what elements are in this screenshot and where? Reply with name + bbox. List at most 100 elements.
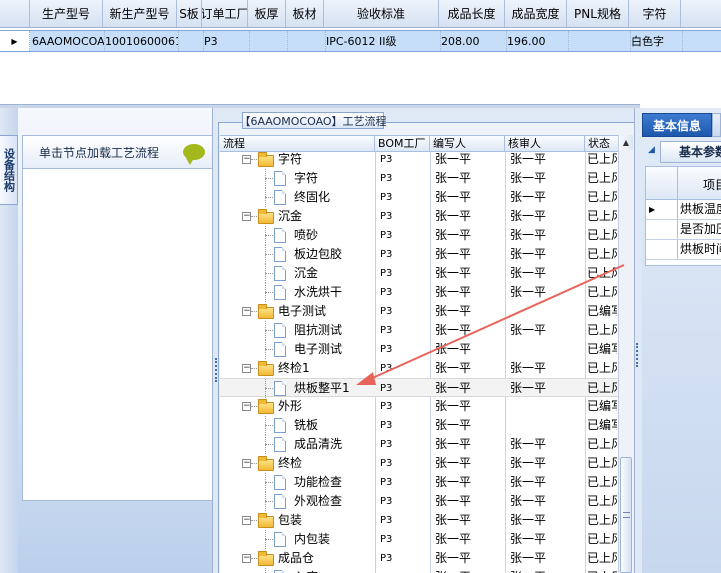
grid-cell[interactable]: 208.00 xyxy=(441,31,507,51)
scroll-up-icon[interactable]: ▲ xyxy=(619,135,633,150)
tab-next[interactable] xyxy=(712,113,721,137)
reviewer: 张一平 xyxy=(510,551,547,565)
process-tree-row[interactable]: − 终检 P3 张一平 张一平 已上风 xyxy=(220,454,618,473)
process-tree-row[interactable]: − 终检1 P3 张一平 张一平 已上风 xyxy=(220,359,618,378)
grid-cell[interactable]: 10010600061136 xyxy=(105,31,179,51)
collapse-icon[interactable]: − xyxy=(242,364,251,373)
process-tree-row[interactable]: 入库 P3 张一平 张一平 已上风 xyxy=(220,568,618,573)
tree-connector xyxy=(251,520,257,521)
grid-cell[interactable] xyxy=(179,31,204,51)
process-tree-row[interactable]: − 字符 P3 张一平 张一平 已上风 xyxy=(220,150,618,169)
status: 已编写 xyxy=(587,418,617,432)
params-row[interactable]: 是否加压 xyxy=(646,220,721,240)
grid-col-header[interactable]: PNL规格 xyxy=(567,0,629,27)
grid-col-header[interactable]: 生产型号 xyxy=(30,0,103,27)
folder-icon xyxy=(258,152,274,167)
process-tree-row[interactable]: − 包装 P3 张一平 张一平 已上风 xyxy=(220,511,618,530)
grid-empty-area xyxy=(0,53,721,105)
grid-col-header[interactable] xyxy=(0,0,30,27)
collapse-icon[interactable]: − xyxy=(242,212,251,221)
params-row[interactable]: 烘板时间 xyxy=(646,240,721,260)
tab-basic-info[interactable]: 基本信息 xyxy=(642,113,712,137)
tab-equipment-structure[interactable]: 设备结构 xyxy=(0,135,18,205)
reviewer: 张一平 xyxy=(510,323,547,337)
collapse-icon[interactable]: − xyxy=(242,307,251,316)
process-tree-row[interactable]: 水洗烘干 P3 张一平 张一平 已上风 xyxy=(220,283,618,302)
tree-connector xyxy=(251,558,257,559)
process-tree-row[interactable]: 板边包胶 P3 张一平 张一平 已上风 xyxy=(220,245,618,264)
status: 已上风 xyxy=(587,532,617,546)
writer: 张一平 xyxy=(435,551,472,565)
bom-factory: P3 xyxy=(380,568,425,573)
row-indicator-icon: ▶ xyxy=(646,200,678,219)
grid-col-header[interactable]: 新生产型号 xyxy=(103,0,177,27)
reviewer: 张一平 xyxy=(510,152,547,166)
grid-cell[interactable]: IPC-6012 II级 xyxy=(326,31,441,51)
grid-col-header[interactable]: 板材 xyxy=(286,0,324,27)
writer: 张一平 xyxy=(435,323,472,337)
grid-cell[interactable] xyxy=(250,31,288,51)
process-tree-row[interactable]: 阻抗测试 P3 张一平 张一平 已上风 xyxy=(220,321,618,340)
collapse-icon[interactable]: − xyxy=(242,402,251,411)
status: 已上风 xyxy=(587,266,617,280)
process-tree-row[interactable]: − 外形 P3 张一平 已编写 xyxy=(220,397,618,416)
grid-cell[interactable]: 196.00 xyxy=(507,31,569,51)
reviewer: 张一平 xyxy=(510,456,547,470)
grid-cell[interactable]: 6AAOMOCOAO xyxy=(32,31,105,51)
process-tree-row[interactable]: 功能检查 P3 张一平 张一平 已上风 xyxy=(220,473,618,492)
grid-cell[interactable]: P3 xyxy=(204,31,250,51)
process-tree-row[interactable]: 沉金 P3 张一平 张一平 已上风 xyxy=(220,264,618,283)
folder-icon xyxy=(258,304,274,319)
scroll-thumb[interactable] xyxy=(620,457,632,573)
equipment-tree[interactable] xyxy=(22,169,214,501)
process-tree-row[interactable]: − 沉金 P3 张一平 张一平 已上风 xyxy=(220,207,618,226)
tree-connector xyxy=(265,444,273,445)
process-tree-row[interactable]: − 成品仓 P3 张一平 张一平 已上风 xyxy=(220,549,618,568)
bom-factory: P3 xyxy=(380,420,393,431)
process-tree-row[interactable]: 烘板整平1 P3 张一平 张一平 已上风 xyxy=(220,378,618,398)
process-tree-row[interactable]: 铣板 P3 张一平 已编写 xyxy=(220,416,618,435)
writer: 张一平 xyxy=(435,475,472,489)
grid-col-header[interactable]: 板厚 xyxy=(248,0,286,27)
status: 已上风 xyxy=(587,381,617,395)
writer: 张一平 xyxy=(435,437,472,451)
writer: 张一平 xyxy=(435,399,472,413)
collapse-icon[interactable]: − xyxy=(242,155,251,164)
grid-col-header[interactable]: S板 xyxy=(177,0,202,27)
process-name: 烘板整平1 xyxy=(294,381,350,395)
collapse-icon[interactable]: − xyxy=(242,459,251,468)
grid-col-header[interactable]: 验收标准 xyxy=(324,0,439,27)
status: 已上风 xyxy=(587,513,617,527)
grid-col-header[interactable]: 成品宽度 xyxy=(505,0,567,27)
process-tree: 流程 BOM工厂 编写人 核审人 状态 −字符P3张一平张一平已上风字符P3张一… xyxy=(220,135,618,573)
grid-cell[interactable] xyxy=(569,31,631,51)
process-name: 终固化 xyxy=(294,190,331,204)
process-tree-row[interactable]: 电子测试 P3 张一平 已编写 xyxy=(220,340,618,359)
process-tree-row[interactable]: 内包装 P3 张一平 张一平 已上风 xyxy=(220,530,618,549)
grid-col-header[interactable]: 订单工厂 xyxy=(202,0,248,27)
process-tree-row[interactable]: 喷砂 P3 张一平 张一平 已上风 xyxy=(220,226,618,245)
process-tree-row[interactable]: − 电子测试 P3 张一平 已编写 xyxy=(220,302,618,321)
collapse-icon[interactable]: − xyxy=(242,554,251,563)
product-grid-row[interactable]: ▶6AAOMOCOAO10010600061136 P3 IPC-6012 II级2… xyxy=(0,30,721,52)
bom-factory: P3 xyxy=(380,458,393,469)
grid-cell[interactable] xyxy=(288,31,326,51)
load-process-hint-label: 单击节点加载工艺流程 xyxy=(39,145,160,160)
process-tree-row[interactable]: 字符 P3 张一平 张一平 已上风 xyxy=(220,169,618,188)
process-tree-row[interactable]: 成品清洗 P3 张一平 张一平 已上风 xyxy=(220,435,618,454)
bom-factory: P3 xyxy=(380,477,393,488)
col-item[interactable]: 项目 xyxy=(703,176,721,193)
grid-col-header[interactable]: 成品长度 xyxy=(439,0,505,27)
tree-connector xyxy=(265,273,273,274)
process-tree-row[interactable]: 外观检查 P3 张一平 张一平 已上风 xyxy=(220,492,618,511)
grid-col-header[interactable]: 字符 xyxy=(629,0,681,27)
grid-cell[interactable]: 白色字 xyxy=(631,31,683,51)
params-row-label: 是否加压 xyxy=(680,222,721,236)
params-row[interactable]: ▶烘板温度 xyxy=(646,200,721,220)
collapse-icon[interactable]: − xyxy=(242,516,251,525)
process-tree-scrollbar[interactable]: ▲ xyxy=(618,135,633,573)
tab-basic-params[interactable]: 基本参数 xyxy=(660,141,721,163)
status: 已上风 xyxy=(587,437,617,451)
process-tree-row[interactable]: 终固化 P3 张一平 张一平 已上风 xyxy=(220,188,618,207)
tree-connector xyxy=(265,568,266,573)
